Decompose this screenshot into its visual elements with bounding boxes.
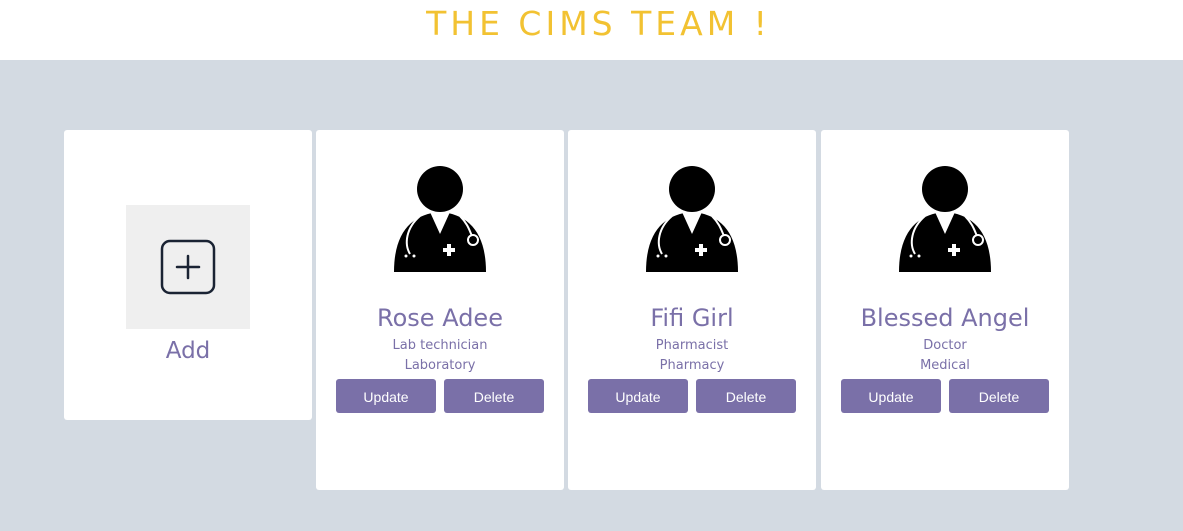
member-role: Doctor <box>923 338 967 353</box>
doctor-avatar-icon <box>646 166 738 272</box>
member-name: Blessed Angel <box>860 304 1030 332</box>
member-card: Fifi Girl Pharmacist Pharmacy Update Del… <box>568 130 816 490</box>
doctor-avatar-icon <box>899 166 991 272</box>
member-department: Laboratory <box>404 358 476 373</box>
delete-button[interactable]: Delete <box>696 379 796 413</box>
add-member-button[interactable] <box>126 205 250 329</box>
update-button[interactable]: Update <box>336 379 436 413</box>
page-title: THE CIMS TEAM ! <box>426 4 771 43</box>
delete-button[interactable]: Delete <box>949 379 1049 413</box>
update-button[interactable]: Update <box>841 379 941 413</box>
member-card: Rose Adee Lab technician Laboratory Upda… <box>316 130 564 490</box>
member-department: Medical <box>920 358 970 373</box>
member-department: Pharmacy <box>659 358 725 373</box>
plus-square-icon <box>160 239 216 295</box>
member-role: Lab technician <box>392 338 488 353</box>
member-card: Blessed Angel Doctor Medical Update Dele… <box>821 130 1069 490</box>
doctor-avatar-icon <box>394 166 486 272</box>
add-member-label: Add <box>165 338 211 364</box>
add-member-card[interactable]: Add <box>64 130 312 420</box>
member-name: Rose Adee <box>377 304 503 332</box>
delete-button[interactable]: Delete <box>444 379 544 413</box>
member-name: Fifi Girl <box>650 304 734 332</box>
update-button[interactable]: Update <box>588 379 688 413</box>
header: THE CIMS TEAM ! <box>0 0 1183 60</box>
member-role: Pharmacist <box>655 338 729 353</box>
